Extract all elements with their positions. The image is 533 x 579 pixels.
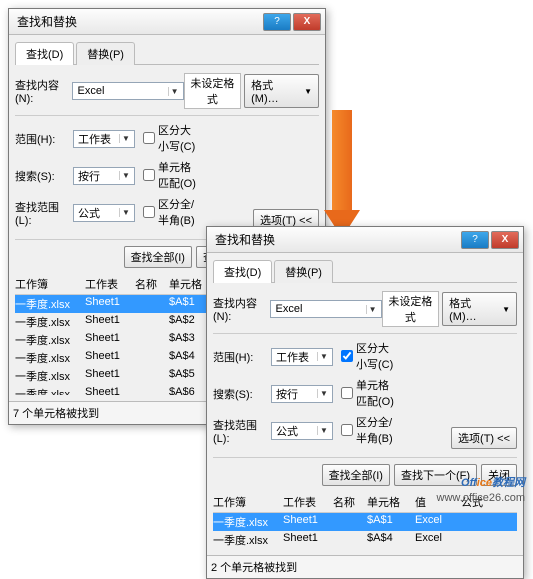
entire-cell-checkbox[interactable]: 单元格匹配(O) bbox=[143, 159, 201, 191]
scope-label: 范围(H): bbox=[15, 131, 73, 147]
fullhalf-checkbox[interactable]: 区分全/半角(B) bbox=[341, 414, 399, 446]
find-what-input[interactable]: Excel ▼ bbox=[72, 82, 183, 100]
options-button[interactable]: 选项(T) << bbox=[451, 427, 517, 449]
results-list[interactable]: 一季度.xlsxSheet1$A$1Excel一季度.xlsxSheet1$A$… bbox=[213, 513, 517, 549]
tab-row: 查找(D) 替换(P) bbox=[213, 259, 517, 283]
find-what-label: 查找内容(N): bbox=[213, 295, 270, 323]
scope-select[interactable]: 工作表▼ bbox=[271, 348, 333, 366]
format-preview: 未设定格式 bbox=[382, 291, 440, 327]
match-case-checkbox[interactable]: 区分大小写(C) bbox=[341, 340, 399, 372]
fullhalf-checkbox[interactable]: 区分全/半角(B) bbox=[143, 196, 201, 228]
find-what-label: 查找内容(N): bbox=[15, 77, 72, 105]
chevron-down-icon[interactable]: ▼ bbox=[168, 87, 181, 96]
match-case-checkbox[interactable]: 区分大小写(C) bbox=[143, 122, 201, 154]
find-what-input[interactable]: Excel ▼ bbox=[270, 300, 381, 318]
lookin-select[interactable]: 公式▼ bbox=[73, 204, 135, 222]
tab-row: 查找(D) 替换(P) bbox=[15, 41, 319, 65]
watermark: Office教程网 www.office26.com bbox=[437, 469, 525, 504]
help-icon[interactable]: ? bbox=[461, 231, 489, 249]
chevron-down-icon[interactable]: ▼ bbox=[366, 305, 379, 314]
titlebar[interactable]: 查找和替换 ? X bbox=[9, 9, 325, 35]
format-button[interactable]: 格式(M)…▼ bbox=[442, 292, 517, 326]
search-label: 搜索(S): bbox=[15, 168, 73, 184]
close-icon[interactable]: X bbox=[491, 231, 519, 249]
tab-replace[interactable]: 替换(P) bbox=[274, 260, 333, 283]
tab-find[interactable]: 查找(D) bbox=[213, 260, 272, 283]
search-select[interactable]: 按行▼ bbox=[73, 167, 135, 185]
lookin-label: 查找范围(L): bbox=[213, 417, 271, 445]
status-bar: 2 个单元格被找到 bbox=[207, 555, 523, 578]
search-label: 搜索(S): bbox=[213, 386, 271, 402]
lookin-select[interactable]: 公式▼ bbox=[271, 422, 333, 440]
dialog-title: 查找和替换 bbox=[211, 231, 459, 248]
titlebar[interactable]: 查找和替换 ? X bbox=[207, 227, 523, 253]
help-icon[interactable]: ? bbox=[263, 13, 291, 31]
search-select[interactable]: 按行▼ bbox=[271, 385, 333, 403]
result-row[interactable]: 一季度.xlsxSheet1$A$4Excel bbox=[213, 531, 517, 549]
find-all-button[interactable]: 查找全部(I) bbox=[124, 246, 192, 268]
tab-find[interactable]: 查找(D) bbox=[15, 42, 74, 65]
tab-replace[interactable]: 替换(P) bbox=[76, 42, 135, 65]
format-preview: 未设定格式 bbox=[184, 73, 242, 109]
result-row[interactable]: 一季度.xlsxSheet1$A$1Excel bbox=[213, 513, 517, 531]
close-icon[interactable]: X bbox=[293, 13, 321, 31]
find-all-button[interactable]: 查找全部(I) bbox=[322, 464, 390, 486]
scope-label: 范围(H): bbox=[213, 349, 271, 365]
find-replace-dialog-2: 查找和替换 ? X 查找(D) 替换(P) 查找内容(N): Excel ▼ 未… bbox=[206, 226, 524, 579]
arrow-graphic bbox=[326, 110, 358, 240]
scope-select[interactable]: 工作表▼ bbox=[73, 130, 135, 148]
entire-cell-checkbox[interactable]: 单元格匹配(O) bbox=[341, 377, 399, 409]
format-button[interactable]: 格式(M)…▼ bbox=[244, 74, 319, 108]
dialog-title: 查找和替换 bbox=[13, 13, 261, 30]
lookin-label: 查找范围(L): bbox=[15, 199, 73, 227]
